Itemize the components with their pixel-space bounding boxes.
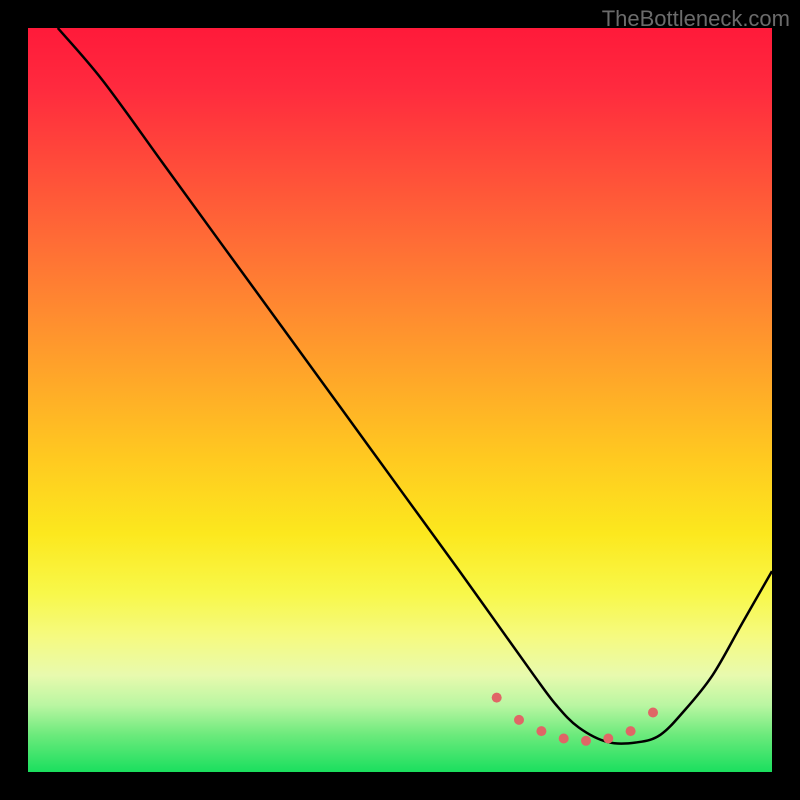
chart-svg: [28, 28, 772, 772]
bottleneck-curve-line: [58, 28, 772, 744]
trough-marker-dot: [492, 693, 502, 703]
trough-marker-dot: [581, 736, 591, 746]
trough-marker-dot: [626, 726, 636, 736]
trough-marker-dot: [648, 708, 658, 718]
trough-markers: [492, 693, 658, 746]
watermark-text: TheBottleneck.com: [602, 6, 790, 32]
trough-marker-dot: [603, 734, 613, 744]
trough-marker-dot: [559, 734, 569, 744]
trough-marker-dot: [514, 715, 524, 725]
plot-area: [28, 28, 772, 772]
trough-marker-dot: [536, 726, 546, 736]
